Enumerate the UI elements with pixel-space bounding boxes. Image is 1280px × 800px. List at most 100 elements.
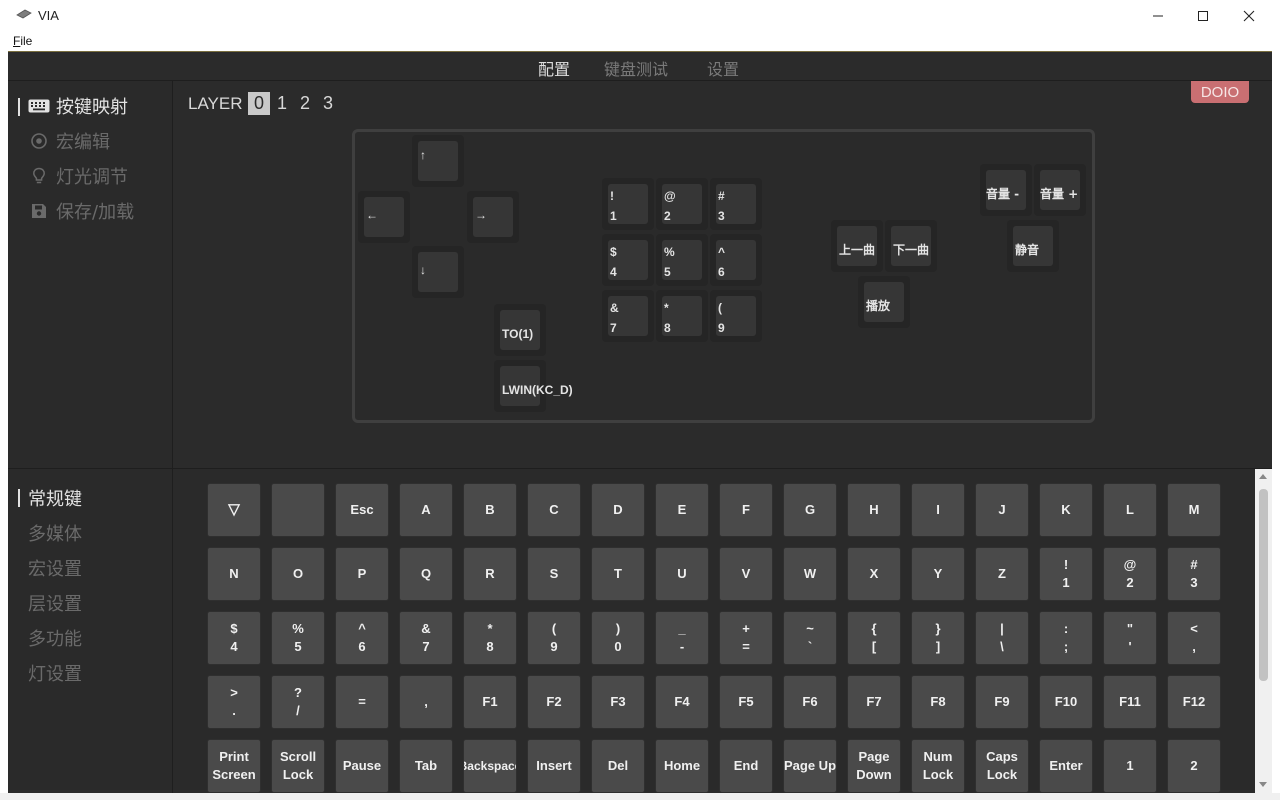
picker-key[interactable]: { [ <box>847 611 901 665</box>
picker-key[interactable] <box>271 483 325 537</box>
layer-button-0[interactable]: 0 <box>248 92 270 115</box>
key-8[interactable]: * 8 <box>656 290 708 342</box>
layer-button-1[interactable]: 1 <box>271 92 293 115</box>
picker-key[interactable]: Page Down <box>847 739 901 793</box>
layer-button-2[interactable]: 2 <box>294 92 316 115</box>
picker-key[interactable]: % 5 <box>271 611 325 665</box>
picker-key[interactable]: Pause <box>335 739 389 793</box>
key-4[interactable]: $ 4 <box>602 234 654 286</box>
picker-key[interactable]: ? / <box>271 675 325 729</box>
picker-key[interactable]: } ] <box>911 611 965 665</box>
picker-key[interactable]: X <box>847 547 901 601</box>
picker-key[interactable]: End <box>719 739 773 793</box>
picker-key[interactable]: E <box>655 483 709 537</box>
picker-key[interactable]: H <box>847 483 901 537</box>
picker-key[interactable]: W <box>783 547 837 601</box>
picker-key[interactable]: F2 <box>527 675 581 729</box>
picker-key[interactable]: P <box>335 547 389 601</box>
picker-key[interactable]: Scroll Lock <box>271 739 325 793</box>
picker-key[interactable]: * 8 <box>463 611 517 665</box>
picker-key[interactable]: Caps Lock <box>975 739 1029 793</box>
category-media[interactable]: 多媒体 <box>28 520 82 546</box>
key-6[interactable]: ^ 6 <box>710 234 762 286</box>
key-left[interactable]: ← <box>358 191 410 243</box>
picker-key[interactable]: M <box>1167 483 1221 537</box>
key-play[interactable]: 播放 <box>858 276 910 328</box>
picker-key[interactable]: 2 <box>1167 739 1221 793</box>
sidebar-item-keymap[interactable]: 按键映射 <box>28 93 128 119</box>
picker-key[interactable]: U <box>655 547 709 601</box>
picker-key[interactable]: | \ <box>975 611 1029 665</box>
tab-configure[interactable]: 配置 <box>538 56 570 80</box>
tab-key-tester[interactable]: 键盘测试 <box>604 56 668 80</box>
key-down[interactable]: ↓ <box>412 246 464 298</box>
picker-key[interactable]: C <box>527 483 581 537</box>
sidebar-item-lighting[interactable]: 灯光调节 <box>28 163 128 189</box>
key-3[interactable]: # 3 <box>710 178 762 230</box>
picker-key[interactable]: " ' <box>1103 611 1157 665</box>
maximize-button[interactable] <box>1180 0 1226 31</box>
picker-key[interactable]: < , <box>1167 611 1221 665</box>
tab-settings[interactable]: 设置 <box>707 56 739 80</box>
picker-key[interactable]: F5 <box>719 675 773 729</box>
picker-key[interactable]: Insert <box>527 739 581 793</box>
scroll-up-icon[interactable] <box>1259 474 1267 479</box>
picker-key[interactable]: 1 <box>1103 739 1157 793</box>
picker-key[interactable]: F12 <box>1167 675 1221 729</box>
picker-key[interactable]: ~ ` <box>783 611 837 665</box>
key-7[interactable]: & 7 <box>602 290 654 342</box>
scroll-thumb[interactable] <box>1259 489 1268 681</box>
scrollbar[interactable] <box>1255 469 1272 795</box>
sidebar-item-save-load[interactable]: 保存/加载 <box>28 198 134 224</box>
picker-key[interactable]: > . <box>207 675 261 729</box>
picker-key[interactable]: G <box>783 483 837 537</box>
picker-key[interactable]: Page Up <box>783 739 837 793</box>
sidebar-item-macros[interactable]: 宏编辑 <box>28 128 110 154</box>
picker-key[interactable]: F1 <box>463 675 517 729</box>
picker-key[interactable]: $ 4 <box>207 611 261 665</box>
key-volume-down[interactable]: 音量 - <box>980 164 1032 216</box>
picker-key[interactable]: & 7 <box>399 611 453 665</box>
scroll-down-icon[interactable] <box>1259 782 1267 787</box>
layer-button-3[interactable]: 3 <box>317 92 339 115</box>
menu-file[interactable]: File <box>13 34 32 48</box>
picker-key[interactable]: K <box>1039 483 1093 537</box>
picker-key[interactable]: B <box>463 483 517 537</box>
picker-key[interactable]: = <box>335 675 389 729</box>
key-5[interactable]: % 5 <box>656 234 708 286</box>
picker-key[interactable]: F11 <box>1103 675 1157 729</box>
key-volume-up[interactable]: 音量 + <box>1034 164 1086 216</box>
picker-key[interactable]: Num Lock <box>911 739 965 793</box>
key-up[interactable]: ↑ <box>412 135 464 187</box>
minimize-button[interactable] <box>1135 0 1181 31</box>
picker-key[interactable]: F9 <box>975 675 1029 729</box>
picker-key[interactable]: L <box>1103 483 1157 537</box>
picker-key[interactable]: Enter <box>1039 739 1093 793</box>
picker-key[interactable]: F7 <box>847 675 901 729</box>
picker-key[interactable]: + = <box>719 611 773 665</box>
key-right[interactable]: → <box>467 191 519 243</box>
picker-key[interactable]: _ - <box>655 611 709 665</box>
key-to-layer[interactable]: TO(1) <box>494 304 546 356</box>
picker-key[interactable]: F4 <box>655 675 709 729</box>
picker-key[interactable]: ) 0 <box>591 611 645 665</box>
category-special[interactable]: 多功能 <box>28 625 82 651</box>
key-prev-track[interactable]: 上一曲 <box>831 220 883 272</box>
picker-key[interactable]: ( 9 <box>527 611 581 665</box>
picker-key[interactable]: I <box>911 483 965 537</box>
picker-key[interactable]: ! 1 <box>1039 547 1093 601</box>
picker-key[interactable]: ^ 6 <box>335 611 389 665</box>
picker-key[interactable]: F <box>719 483 773 537</box>
picker-key[interactable]: , <box>399 675 453 729</box>
picker-key[interactable]: T <box>591 547 645 601</box>
picker-key[interactable]: Y <box>911 547 965 601</box>
category-macro[interactable]: 宏设置 <box>28 555 82 581</box>
key-1[interactable]: ! 1 <box>602 178 654 230</box>
picker-key[interactable]: R <box>463 547 517 601</box>
key-mute[interactable]: 静音 <box>1007 220 1059 272</box>
picker-key[interactable]: Del <box>591 739 645 793</box>
close-button[interactable] <box>1226 0 1272 31</box>
picker-key[interactable]: F3 <box>591 675 645 729</box>
key-9[interactable]: ( 9 <box>710 290 762 342</box>
picker-key[interactable]: # 3 <box>1167 547 1221 601</box>
